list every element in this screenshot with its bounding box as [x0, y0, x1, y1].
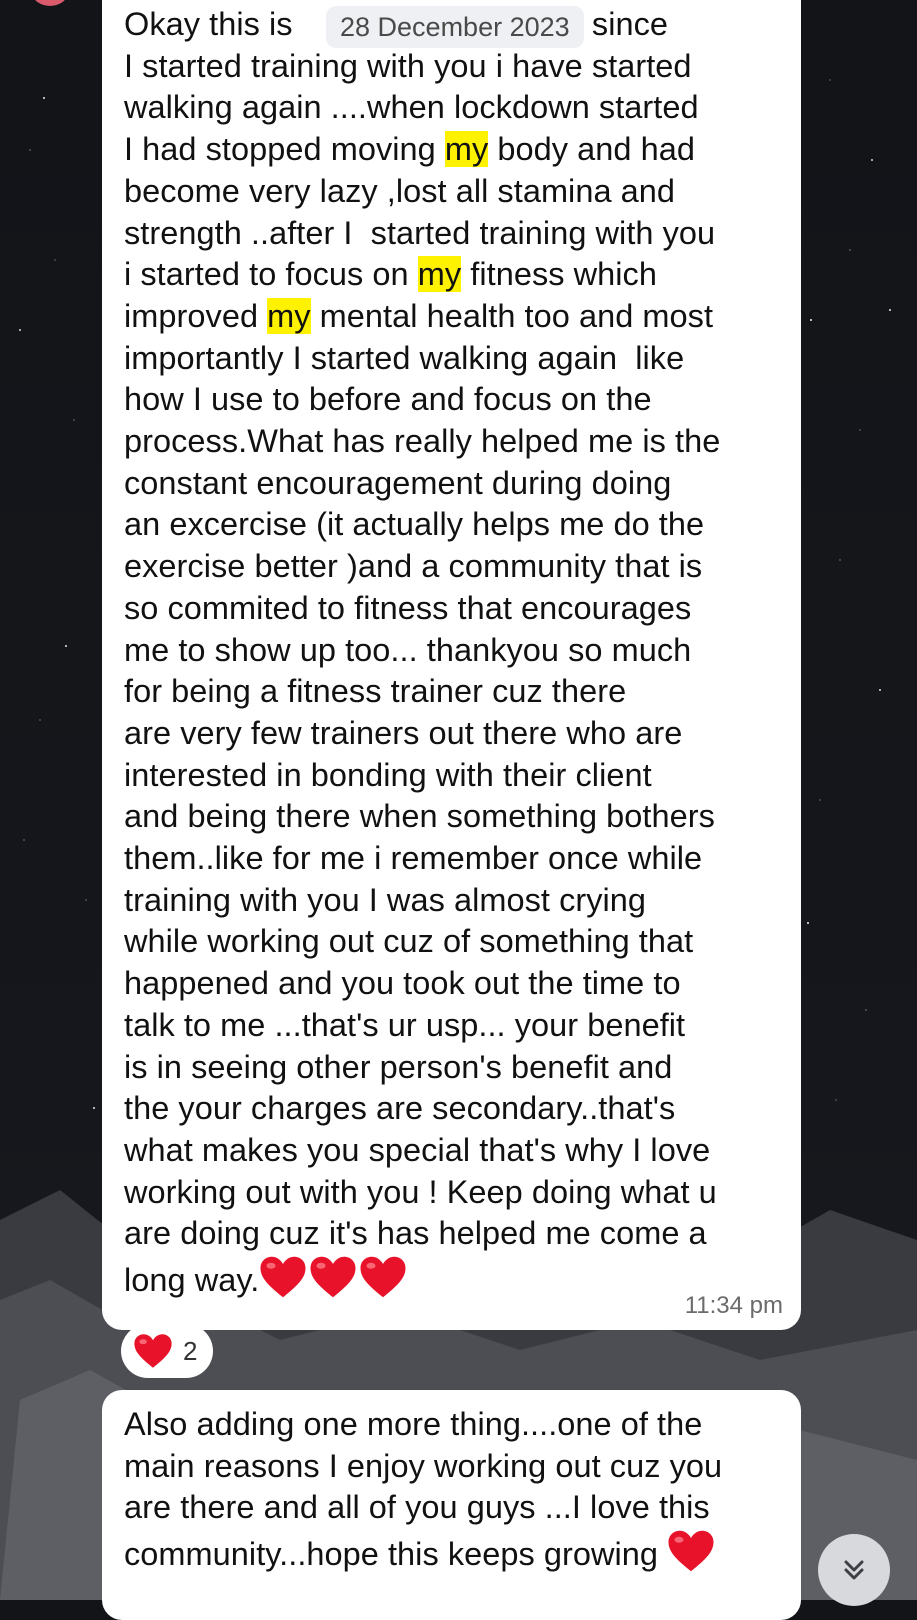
message-bubble[interactable]: Also adding one more thing....one of the… — [102, 1390, 801, 1620]
heart-emoji-icon — [310, 1256, 356, 1298]
search-highlight: my — [267, 297, 311, 334]
message-bubble[interactable]: Okay this is .Ever since I started train… — [102, 0, 801, 1330]
search-highlight: my — [444, 131, 489, 168]
message-text: Also adding one more thing....one of the… — [124, 1406, 723, 1573]
reaction-badge[interactable]: 2 — [121, 1324, 214, 1378]
heart-emoji-icon — [668, 1530, 714, 1572]
message-timestamp: 11:34 pm — [684, 1292, 783, 1319]
heart-reaction-icon — [134, 1334, 172, 1368]
message-text: Okay this is .Ever since I started train… — [124, 6, 721, 1299]
reaction-count: 2 — [183, 1335, 198, 1366]
double-chevron-down-icon — [844, 1560, 864, 1580]
scroll-to-bottom-button[interactable] — [818, 1534, 890, 1606]
heart-emoji-icon — [360, 1256, 406, 1298]
date-separator: 28 December 2023 — [326, 6, 584, 48]
heart-emoji-icon — [260, 1256, 306, 1298]
search-highlight: my — [417, 256, 462, 293]
